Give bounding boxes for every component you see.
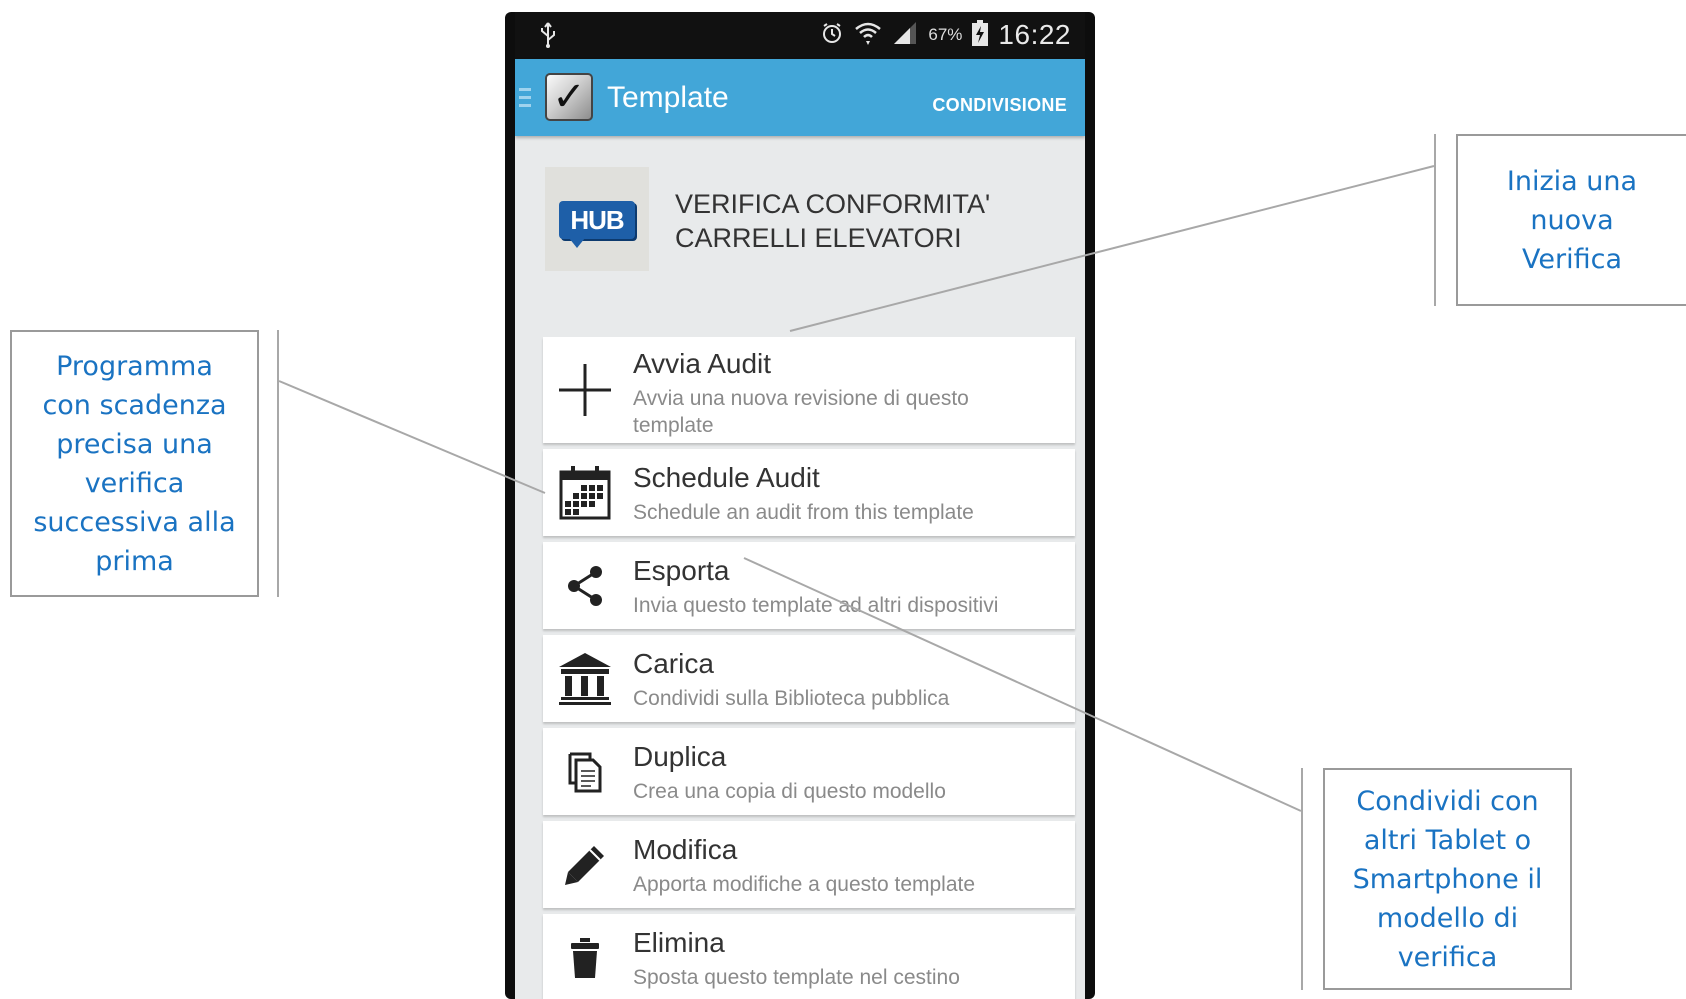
callout-leader-lines (278, 165, 1435, 812)
leader-line-share (743, 557, 1302, 812)
leader-line-new-audit (789, 165, 1435, 332)
leader-line-schedule (278, 380, 546, 494)
